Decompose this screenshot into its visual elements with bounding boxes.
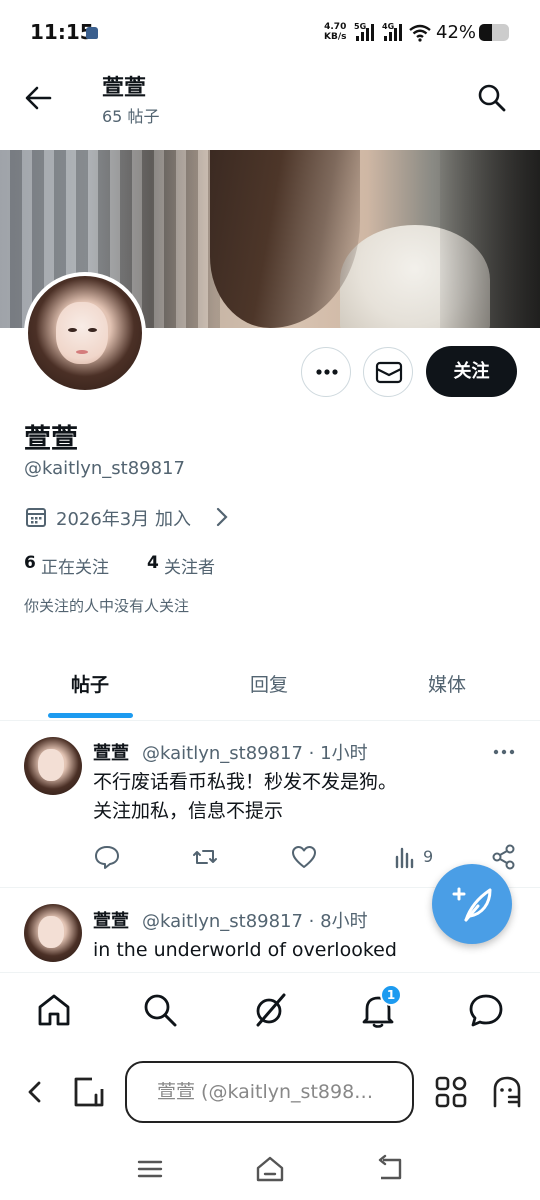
address-bar[interactable]: 萱萱 (@kaitlyn_st898… <box>125 1061 414 1123</box>
compose-post-button[interactable] <box>432 864 512 944</box>
calendar-icon <box>26 508 46 527</box>
compose-feather-icon <box>452 887 492 922</box>
app-notification-icon <box>86 27 98 39</box>
envelope-icon <box>375 361 403 384</box>
explore-search-icon[interactable] <box>140 990 180 1030</box>
post-author-name[interactable]: 萱萱 <box>93 907 129 933</box>
network-speed-unit: KB/s <box>324 32 347 42</box>
following-count[interactable]: 6 <box>24 553 36 573</box>
system-back-icon[interactable] <box>373 1152 407 1186</box>
tabs-switch-icon[interactable] <box>70 1073 108 1111</box>
post-text-line: 不行废话看币私我！秒发不发是狗。 <box>93 771 398 793</box>
post-avatar[interactable] <box>24 737 82 795</box>
post-meta: @kaitlyn_st89817 · 1小时 <box>142 743 368 764</box>
recent-apps-icon[interactable] <box>133 1152 167 1186</box>
active-tab-indicator <box>48 713 133 718</box>
signal-4g-icon: 4G <box>382 22 404 41</box>
post-author-name[interactable]: 萱萱 <box>93 739 129 765</box>
signal-5g-icon: 5G <box>354 22 376 41</box>
messages-icon[interactable] <box>466 990 506 1030</box>
system-home-icon[interactable] <box>253 1152 287 1186</box>
mutual-followers-note: 你关注的人中没有人关注 <box>24 597 190 615</box>
browser-back-icon[interactable] <box>16 1073 54 1111</box>
post-meta: @kaitlyn_st89817 · 8小时 <box>142 911 368 932</box>
post-more-icon[interactable] <box>490 742 518 762</box>
message-button[interactable] <box>363 347 413 397</box>
signal-4g-label: 4G <box>382 22 395 31</box>
wifi-icon <box>409 24 431 42</box>
reply-icon[interactable] <box>93 843 121 871</box>
tabs-divider <box>0 720 540 721</box>
network-speed-value: 4.70 <box>324 22 347 32</box>
chevron-right-icon[interactable] <box>212 505 232 529</box>
back-arrow-icon[interactable] <box>20 80 56 116</box>
post-avatar[interactable] <box>24 904 82 962</box>
like-heart-icon[interactable] <box>290 843 318 871</box>
profile-avatar[interactable] <box>24 272 146 394</box>
home-icon[interactable] <box>34 990 74 1030</box>
repost-icon[interactable] <box>191 843 219 871</box>
status-time: 11:15 <box>30 20 94 44</box>
views-chart-icon[interactable] <box>392 843 420 871</box>
post-text-line: in the underworld of overlooked <box>93 939 397 961</box>
search-icon[interactable] <box>474 80 510 116</box>
apps-grid-icon[interactable] <box>432 1073 470 1111</box>
more-options-button[interactable] <box>301 347 351 397</box>
more-horizontal-icon <box>316 369 338 375</box>
incognito-ghost-icon[interactable] <box>488 1073 526 1111</box>
post-count: 65 帖子 <box>102 107 160 126</box>
profile-header <box>0 64 540 150</box>
battery-icon <box>479 24 509 41</box>
followers-label[interactable]: 关注者 <box>164 553 215 578</box>
signal-5g-label: 5G <box>354 22 367 31</box>
joined-date[interactable]: 2026年3月 加入 <box>56 505 191 531</box>
tab-replies[interactable]: 回复 <box>250 670 288 697</box>
profile-handle: @kaitlyn_st89817 <box>24 458 185 479</box>
tab-media[interactable]: 媒体 <box>428 670 466 697</box>
tab-posts[interactable]: 帖子 <box>71 670 109 697</box>
following-label[interactable]: 正在关注 <box>41 553 109 578</box>
network-speed: 4.70 KB/s <box>324 22 346 42</box>
notification-badge: 1 <box>380 984 402 1006</box>
battery-percent: 42% <box>436 22 477 43</box>
page-title: 萱萱 <box>102 76 147 101</box>
post-text-line: 关注加私，信息不提示 <box>93 800 284 822</box>
grok-icon[interactable] <box>250 990 290 1030</box>
status-bar: 11:15 4.70 KB/s 5G 4G 42% <box>0 0 540 64</box>
follow-button[interactable]: 关注 <box>426 346 517 397</box>
profile-name: 萱萱 <box>24 424 78 455</box>
followers-count[interactable]: 4 <box>147 553 159 573</box>
